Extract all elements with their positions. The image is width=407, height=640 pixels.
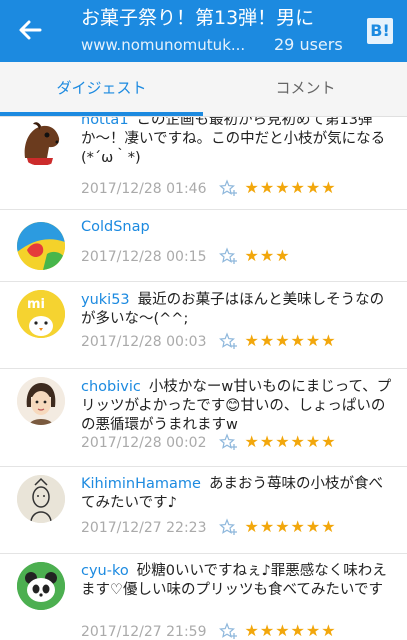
yellow-chick-avatar[interactable]: mi — [17, 290, 65, 338]
comment-date: 2017/12/28 00:03 — [81, 334, 207, 350]
users-count: 29 users — [274, 35, 343, 54]
tab-comments[interactable]: コメント — [204, 62, 407, 117]
panda-avatar[interactable] — [17, 562, 65, 610]
add-star-icon[interactable] — [218, 518, 239, 536]
comment-user[interactable]: cyu-ko — [81, 563, 129, 579]
add-star-icon[interactable] — [218, 433, 239, 451]
girl-avatar[interactable] — [17, 377, 65, 425]
list-item[interactable]: chobivic 小枝かなーw甘いものにまじって、プリッツがよかったです😊甘いの、… — [0, 369, 407, 467]
comment-user[interactable]: KihiminHamame — [81, 476, 201, 492]
tab-digest[interactable]: ダイジェスト — [0, 62, 203, 117]
page-url: www.nomunomutuk... — [81, 36, 246, 54]
comment-date: 2017/12/28 00:02 — [81, 435, 207, 451]
comment-date: 2017/12/28 01:46 — [81, 181, 207, 197]
svg-text:mi: mi — [27, 297, 45, 312]
list-item[interactable]: mi yuki53 最近のお菓子はほんと美味しそうなのが多いな〜(^^; 2017… — [0, 282, 407, 369]
comment-list: hotta1 この企画も最初から見初めて第13弾か〜！凄いですね。この中だと小枝が… — [0, 117, 407, 640]
list-item[interactable]: cyu-ko 砂糖0いいですねぇ♪罪悪感なく味わえます♡優しい味のプリッツも食べて… — [0, 554, 407, 640]
comment-date: 2017/12/27 22:23 — [81, 520, 207, 536]
comment-user[interactable]: yuki53 — [81, 292, 130, 308]
star-rating: ★★★★★★ — [244, 331, 337, 350]
add-star-icon[interactable] — [218, 332, 239, 350]
add-star-icon[interactable] — [218, 247, 239, 265]
list-item[interactable]: ColdSnap 2017/12/28 00:15 ★★★ — [0, 210, 407, 282]
list-item[interactable]: hotta1 この企画も最初から見初めて第13弾か〜！凄いですね。この中だと小枝が… — [0, 117, 407, 210]
back-arrow-icon[interactable] — [14, 14, 46, 46]
star-rating: ★★★★★★ — [244, 517, 337, 536]
hatena-bookmark-icon[interactable]: B! — [367, 18, 393, 44]
star-rating: ★★★★★★ — [244, 178, 337, 197]
comment-user[interactable]: hotta1 — [81, 117, 129, 128]
app-bar: お菓子祭り！第13弾！男に www.nomunomutuk... 29 user… — [0, 0, 407, 62]
list-item[interactable]: KihiminHamame あまおう苺味の小枝が食べてみたいです♪ 2017/12… — [0, 467, 407, 554]
page-title: お菓子祭り！第13弾！男に — [81, 7, 315, 29]
star-rating: ★★★ — [244, 246, 291, 265]
colorful-circle-avatar[interactable] — [17, 222, 65, 270]
add-star-icon[interactable] — [218, 179, 239, 197]
comment-user[interactable]: ColdSnap — [81, 219, 150, 235]
comment-date: 2017/12/27 21:59 — [81, 624, 207, 640]
star-rating: ★★★★★★ — [244, 432, 337, 451]
drawing-avatar[interactable] — [17, 475, 65, 523]
comment-date: 2017/12/28 00:15 — [81, 249, 207, 265]
comment-user[interactable]: chobivic — [81, 379, 141, 395]
tab-indicator — [0, 112, 203, 116]
horse-avatar[interactable] — [17, 118, 65, 166]
star-rating: ★★★★★★ — [244, 621, 337, 640]
tab-bar: ダイジェスト コメント — [0, 62, 407, 117]
add-star-icon[interactable] — [218, 622, 239, 640]
